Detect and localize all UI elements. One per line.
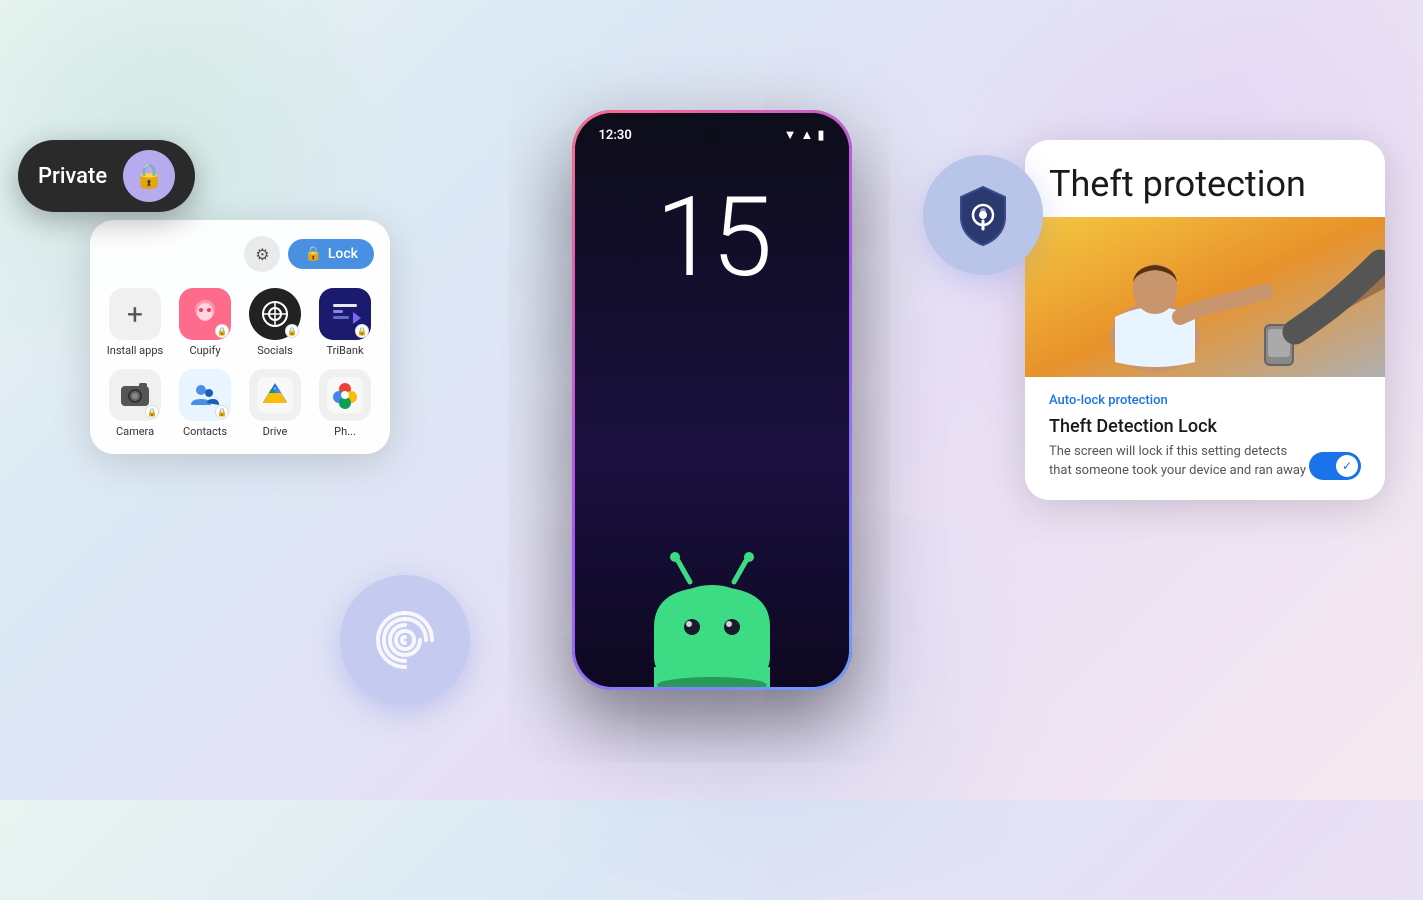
auto-lock-label: Auto-lock protection bbox=[1049, 393, 1361, 408]
shield-bubble bbox=[923, 155, 1043, 275]
contacts-label: Contacts bbox=[183, 425, 227, 438]
camera-notch bbox=[704, 127, 720, 143]
cupify-icon: 🔒 bbox=[179, 288, 231, 340]
theft-card-body: Auto-lock protection Theft Detection Loc… bbox=[1025, 377, 1385, 499]
lock-icon: 🔒 bbox=[134, 162, 164, 190]
theft-card-image bbox=[1025, 217, 1385, 377]
cupify-label: Cupify bbox=[189, 344, 220, 357]
fingerprint-bubble bbox=[340, 575, 470, 705]
tribank-icon: 🔒 bbox=[319, 288, 371, 340]
battery-icon: ▮ bbox=[817, 128, 824, 143]
wifi-icon: ▼ bbox=[784, 127, 797, 143]
phone-body: 12:30 ▼ ▲ ▮ 15 bbox=[572, 110, 852, 690]
signal-icon: ▲ bbox=[800, 127, 813, 143]
theft-card-header: Theft protection bbox=[1025, 140, 1385, 205]
lock-button[interactable]: 🔒 Lock bbox=[288, 239, 374, 269]
photos-label: Ph... bbox=[334, 425, 356, 438]
install-apps-icon: + bbox=[109, 288, 161, 340]
clock-display: 15 bbox=[575, 183, 849, 293]
toggle-knob: ✓ bbox=[1336, 455, 1358, 477]
list-item[interactable]: Ph... bbox=[316, 369, 374, 438]
android-mascot bbox=[632, 547, 792, 687]
install-apps-label: Install apps bbox=[107, 344, 163, 357]
contacts-icon: 🔒 bbox=[179, 369, 231, 421]
gear-button[interactable]: ⚙ bbox=[244, 236, 280, 272]
theft-detection-toggle[interactable]: ✓ bbox=[1309, 452, 1361, 480]
private-icon-circle: 🔒 bbox=[123, 150, 175, 202]
list-item[interactable]: 🔒 Contacts bbox=[176, 369, 234, 438]
status-time: 12:30 bbox=[599, 128, 632, 143]
app-drawer-card: ⚙ 🔒 Lock + Install apps 🔒 Cupify bbox=[90, 220, 390, 454]
list-item[interactable]: 🔒 Socials bbox=[246, 288, 304, 357]
theft-detection-toggle-container: ✓ bbox=[1309, 452, 1361, 480]
list-item[interactable]: + Install apps bbox=[106, 288, 164, 357]
socials-label: Socials bbox=[257, 344, 293, 357]
camera-icon: 🔒 bbox=[109, 369, 161, 421]
private-space-card[interactable]: Private 🔒 bbox=[18, 140, 195, 212]
list-item[interactable]: 🔒 TriBank bbox=[316, 288, 374, 357]
theft-protection-title: Theft protection bbox=[1049, 164, 1361, 205]
app-grid: + Install apps 🔒 Cupify bbox=[106, 288, 374, 438]
theft-detection-title: Theft Detection Lock bbox=[1049, 416, 1361, 437]
photos-icon bbox=[319, 369, 371, 421]
list-item[interactable]: 🔒 Cupify bbox=[176, 288, 234, 357]
drive-label: Drive bbox=[263, 425, 288, 438]
lock-label: Lock bbox=[328, 246, 358, 262]
private-label: Private bbox=[38, 164, 107, 189]
status-icons: ▼ ▲ ▮ bbox=[784, 127, 825, 143]
drive-icon bbox=[249, 369, 301, 421]
list-item[interactable]: Drive bbox=[246, 369, 304, 438]
phone-screen: 12:30 ▼ ▲ ▮ 15 bbox=[575, 113, 849, 687]
lock-icon: 🔒 bbox=[304, 246, 321, 262]
tribank-label: TriBank bbox=[326, 344, 363, 357]
theft-protection-card: Theft protection bbox=[1025, 140, 1385, 500]
app-drawer-header: ⚙ 🔒 Lock bbox=[106, 236, 374, 272]
list-item[interactable]: 🔒 Camera bbox=[106, 369, 164, 438]
phone-container: 12:30 ▼ ▲ ▮ 15 bbox=[572, 110, 852, 690]
socials-icon: 🔒 bbox=[249, 288, 301, 340]
camera-label: Camera bbox=[116, 425, 154, 438]
